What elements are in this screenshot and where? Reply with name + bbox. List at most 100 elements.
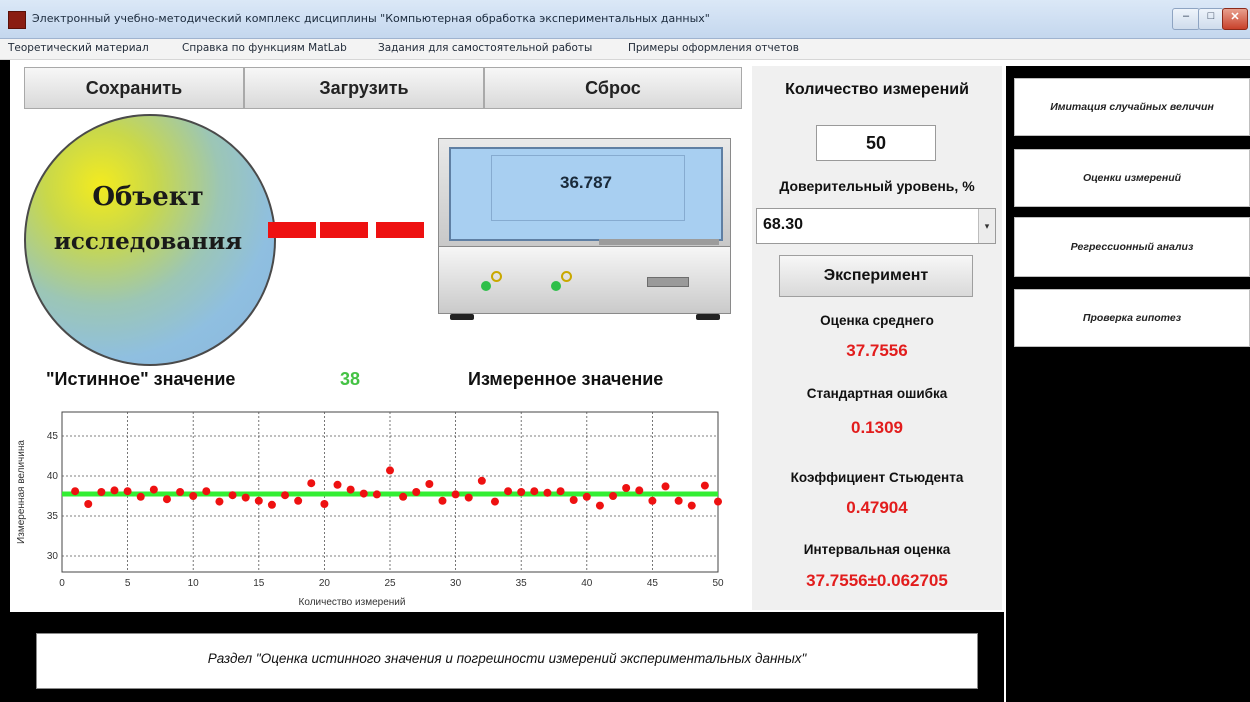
- maximize-button[interactable]: □: [1198, 8, 1224, 30]
- menu-matlab-help[interactable]: Справка по функциям MatLab: [182, 42, 347, 54]
- x-tick-label: 0: [59, 578, 65, 589]
- minimize-icon: –: [1182, 10, 1190, 22]
- maximize-icon: □: [1207, 10, 1215, 22]
- measurement-point: [294, 496, 303, 505]
- reset-button[interactable]: Сброс: [484, 67, 742, 109]
- interval-value: 37.7556±0.062705: [806, 571, 948, 590]
- measurement-point: [149, 485, 158, 494]
- confidence-label: Доверительный уровень, %: [779, 178, 975, 194]
- measurement-point: [490, 497, 499, 506]
- measurement-point: [254, 496, 263, 505]
- measurement-point: [281, 491, 290, 500]
- true-value: 38: [340, 369, 361, 389]
- measurement-point: [687, 501, 696, 510]
- instrument-display-housing: 36.787: [438, 138, 731, 248]
- measured-value-label: Измеренное значение: [468, 369, 664, 389]
- measurement-point: [241, 493, 250, 502]
- instrument-base: [438, 246, 731, 314]
- measurement-point: [648, 496, 657, 505]
- mean-value: 37.7556: [846, 341, 908, 360]
- measurement-point: [189, 492, 198, 500]
- yellow-led-icon: [561, 271, 572, 282]
- measurement-point: [123, 487, 132, 496]
- measurement-point: [569, 496, 578, 504]
- instrument-screen: 36.787: [449, 147, 723, 241]
- nav-random-simulation[interactable]: Имитация случайных величин: [1014, 78, 1250, 136]
- close-button[interactable]: ✕: [1222, 8, 1248, 30]
- menu-bar: Теоретический материал Справка по функци…: [0, 39, 1250, 60]
- y-tick-label: 45: [47, 431, 59, 442]
- std-error-label: Стандартная ошибка: [806, 386, 948, 401]
- measurement-point: [71, 487, 80, 496]
- measurement-point: [386, 466, 394, 475]
- x-axis-label: Количество измерений: [299, 597, 406, 608]
- measurement-point: [714, 497, 722, 506]
- measurement-point: [97, 488, 106, 496]
- x-tick-label: 10: [188, 578, 200, 589]
- x-tick-label: 35: [516, 578, 528, 589]
- measurement-point: [84, 500, 93, 508]
- measurement-point: [228, 491, 237, 500]
- std-error-value: 0.1309: [851, 418, 903, 437]
- yellow-led-icon: [491, 271, 502, 282]
- measurement-point: [162, 495, 171, 504]
- x-tick-label: 50: [712, 578, 724, 589]
- measurement-point: [372, 490, 381, 499]
- connection-dash: [268, 222, 316, 238]
- experiment-button[interactable]: Эксперимент: [779, 255, 973, 297]
- instrument-port: [647, 277, 689, 287]
- measurement-point: [595, 501, 604, 510]
- green-led-icon: [551, 281, 561, 291]
- measurement-point: [176, 488, 185, 496]
- y-tick-label: 40: [47, 471, 59, 482]
- student-coeff-label: Коэффициент Стьюдента: [790, 470, 964, 485]
- matlab-app-icon: [8, 11, 26, 29]
- confidence-value: 68.30: [763, 216, 804, 233]
- minimize-button[interactable]: –: [1172, 8, 1200, 30]
- nav-regression-analysis[interactable]: Регрессионный анализ: [1014, 217, 1250, 277]
- measurement-point: [320, 500, 329, 508]
- x-tick-label: 5: [125, 578, 131, 589]
- measurement-point: [451, 490, 460, 499]
- menu-report-examples[interactable]: Примеры оформления отчетов: [628, 42, 799, 54]
- measurement-point: [215, 497, 224, 506]
- x-tick-label: 25: [384, 578, 396, 589]
- nav-measurement-estimates[interactable]: Оценки измерений: [1014, 149, 1250, 207]
- section-title: Раздел "Оценка истинного значения и погр…: [207, 651, 807, 666]
- green-led-icon: [481, 281, 491, 291]
- measurement-point: [700, 481, 709, 490]
- count-input[interactable]: 50: [816, 125, 936, 161]
- measurement-point: [504, 487, 513, 496]
- instrument-reading: 36.787: [560, 173, 612, 192]
- chevron-down-icon[interactable]: ▾: [978, 209, 995, 243]
- close-icon: ✕: [1230, 11, 1240, 23]
- y-tick-label: 30: [47, 551, 59, 562]
- measurements-chart: 0 5 10 15 20 25 30 35 40 45 50 30 35 40 45 Количество …: [16, 411, 724, 608]
- window-title-bar: Электронный учебно-методический комплекс…: [0, 0, 1250, 39]
- window-title: Электронный учебно-методический комплекс…: [32, 12, 710, 25]
- x-tick-label: 45: [647, 578, 659, 589]
- instrument-foot: [450, 314, 474, 320]
- measurement-point: [202, 487, 211, 496]
- save-button[interactable]: Сохранить: [24, 67, 244, 109]
- measurement-point: [582, 492, 591, 501]
- interval-label: Интервальная оценка: [803, 542, 951, 557]
- load-button[interactable]: Загрузить: [244, 67, 484, 109]
- nav-hypothesis-testing[interactable]: Проверка гипотез: [1014, 289, 1250, 347]
- x-tick-label: 40: [581, 578, 593, 589]
- student-coeff-value: 0.47904: [846, 498, 908, 517]
- measurement-point: [412, 488, 421, 496]
- count-label: Количество измерений: [785, 81, 969, 98]
- y-tick-label: 35: [47, 511, 59, 522]
- menu-theory[interactable]: Теоретический материал: [8, 42, 149, 54]
- measurement-point: [307, 479, 316, 488]
- confidence-select[interactable]: 68.30 ▾: [756, 208, 996, 244]
- measurement-point: [333, 480, 342, 489]
- measurement-point: [464, 493, 473, 502]
- measurement-point: [530, 487, 539, 496]
- measurement-point: [136, 492, 145, 501]
- x-tick-label: 30: [450, 578, 462, 589]
- research-object-title: Объект: [92, 182, 204, 212]
- menu-self-study-tasks[interactable]: Задания для самостоятельной работы: [378, 42, 592, 54]
- measurement-point: [399, 492, 408, 501]
